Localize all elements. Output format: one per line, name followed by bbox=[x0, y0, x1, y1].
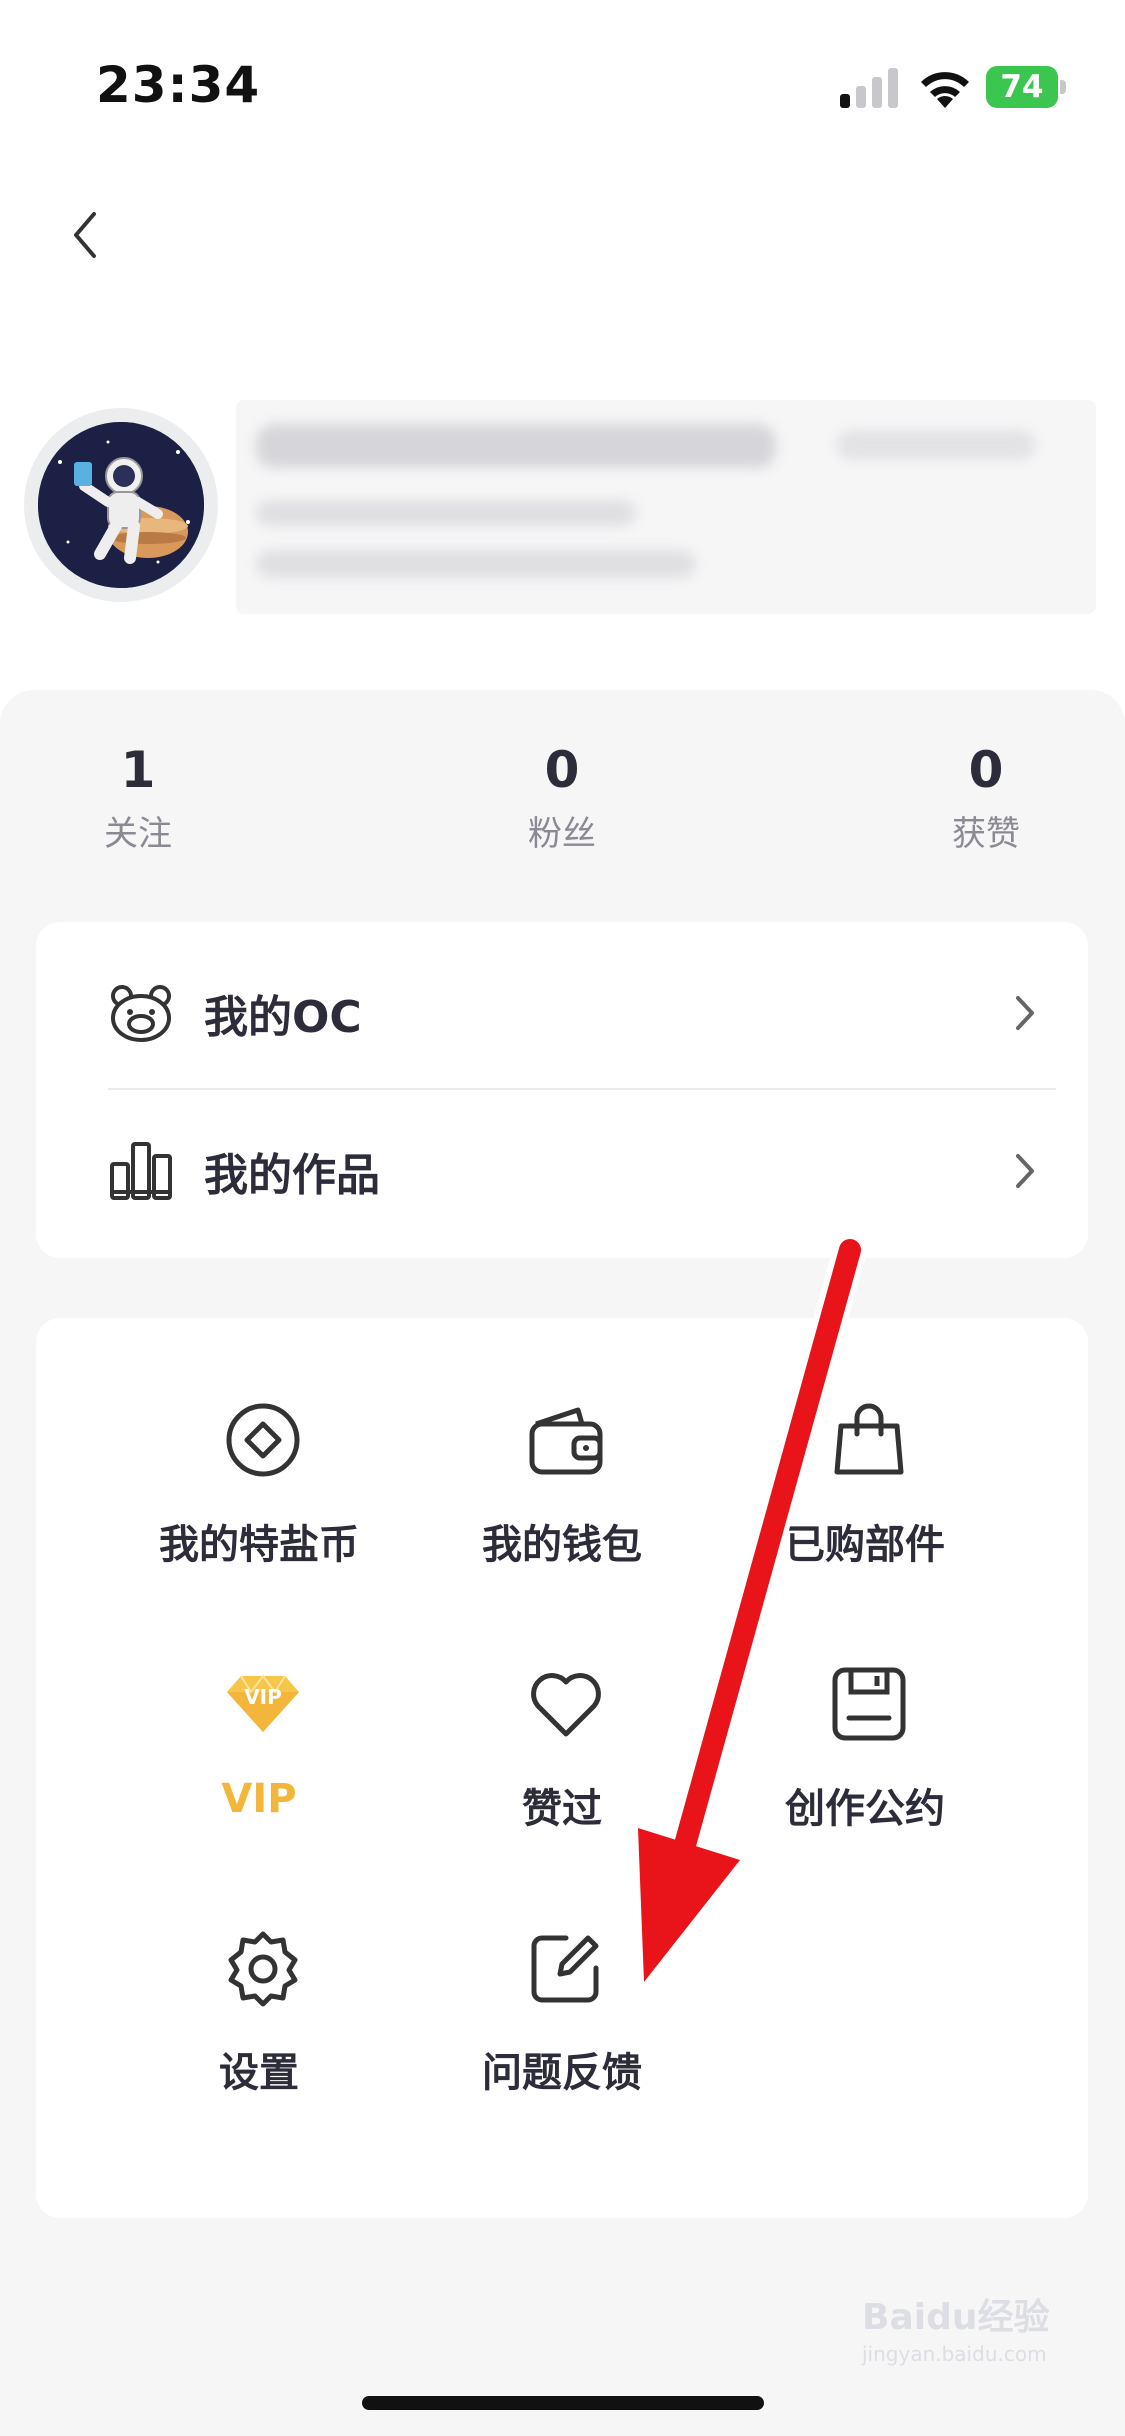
bear-face-icon bbox=[111, 985, 171, 1042]
chevron-left-icon bbox=[74, 212, 96, 258]
menu-row-label: 我的作品 bbox=[204, 1150, 380, 1201]
chevron-right-icon bbox=[1016, 996, 1034, 1030]
stat-followers[interactable]: 0 粉丝 bbox=[462, 738, 662, 856]
grid-item-label: 问题反馈 bbox=[482, 2050, 642, 2096]
stat-label: 关注 bbox=[104, 814, 172, 854]
astronaut-avatar-icon bbox=[38, 422, 204, 588]
grid-item-label: 我的特盐币 bbox=[159, 1522, 359, 1568]
stat-following[interactable]: 1 关注 bbox=[38, 738, 238, 856]
menu-card: 我的OC 我的作品 bbox=[36, 922, 1088, 1258]
heart-icon bbox=[531, 1673, 601, 1737]
cellular-signal-icon bbox=[840, 68, 898, 108]
menu-row-my-works[interactable]: 我的作品 bbox=[36, 1092, 1088, 1250]
wifi-icon bbox=[921, 72, 969, 108]
menu-row-my-oc[interactable]: 我的OC bbox=[36, 934, 1088, 1092]
battery-icon: 74 bbox=[986, 66, 1066, 108]
grid-item-settings[interactable]: 设置 bbox=[119, 1928, 399, 2128]
home-indicator[interactable] bbox=[362, 2396, 764, 2410]
gear-icon bbox=[228, 1931, 298, 2007]
vip-badge-text: VIP bbox=[244, 1685, 282, 1709]
redacted-profile-info bbox=[236, 400, 1096, 614]
grid-item-label: VIP bbox=[221, 1776, 297, 1822]
baidu-watermark: Baidu经验 jingyan.baidu.com bbox=[862, 2288, 1072, 2368]
wallet-icon bbox=[529, 1407, 603, 1475]
status-bar: 23:34 74 bbox=[0, 0, 1125, 150]
avatar[interactable] bbox=[24, 408, 218, 602]
back-button[interactable] bbox=[60, 200, 110, 270]
divider bbox=[108, 1088, 1056, 1090]
stat-label: 获赞 bbox=[952, 814, 1020, 854]
stat-value: 1 bbox=[120, 741, 156, 799]
stat-label: 粉丝 bbox=[528, 814, 596, 854]
grid-item-coins[interactable]: 我的特盐币 bbox=[119, 1400, 399, 1600]
works-bars-icon bbox=[110, 1142, 172, 1200]
watermark-url: jingyan.baidu.com bbox=[862, 2342, 1047, 2366]
grid-item-vip[interactable]: VIP VIP bbox=[119, 1664, 399, 1864]
watermark-brand: Baidu经验 bbox=[862, 2297, 1050, 2338]
battery-level: 74 bbox=[1000, 69, 1044, 105]
annotation-arrow-icon bbox=[628, 1233, 867, 2000]
grid-item-label: 设置 bbox=[219, 2050, 299, 2096]
stat-likes-received[interactable]: 0 获赞 bbox=[886, 738, 1086, 856]
stat-value: 0 bbox=[968, 741, 1004, 799]
menu-row-label: 我的OC bbox=[204, 992, 362, 1043]
coin-icon bbox=[226, 1403, 300, 1477]
stat-value: 0 bbox=[544, 741, 580, 799]
edit-feedback-icon bbox=[531, 1935, 599, 2003]
chevron-right-icon bbox=[1016, 1154, 1034, 1188]
feature-grid-card: 我的特盐币 我的钱包 已购部件 VIP VIP 赞过 创作公约 设置 问题反馈 bbox=[36, 1318, 1088, 2218]
status-time: 23:34 bbox=[96, 56, 261, 114]
profile-page: 23:34 74 1 关注 0 粉丝 0 获赞 我的OC 我的作品 我的特盐币 … bbox=[0, 0, 1125, 2436]
vip-diamond-icon: VIP bbox=[227, 1674, 299, 1732]
